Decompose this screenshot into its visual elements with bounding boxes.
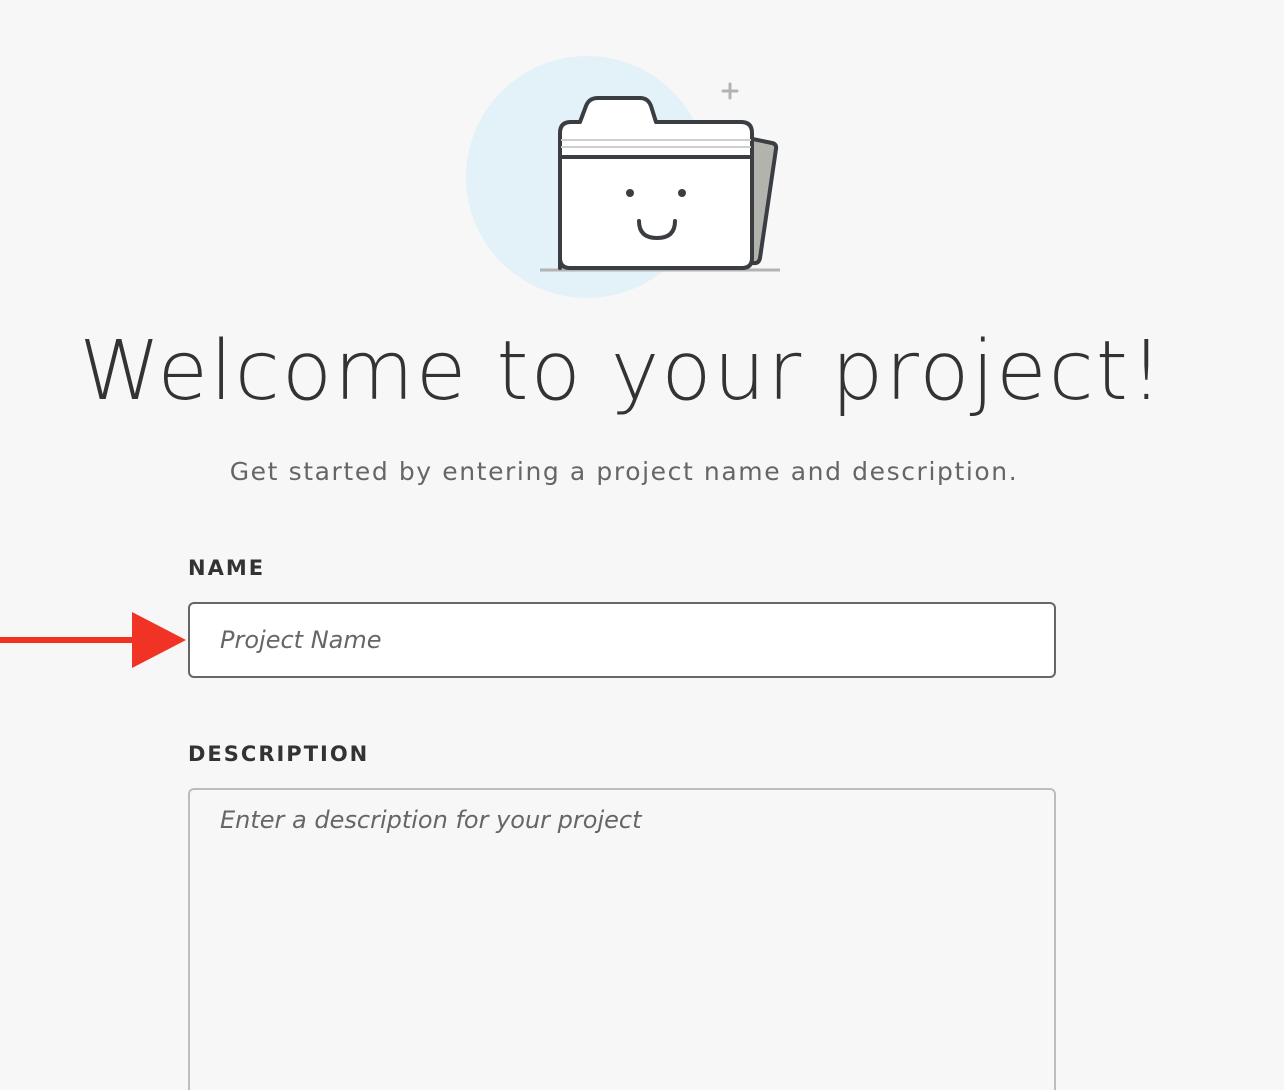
arrow-right-icon — [0, 612, 186, 668]
name-label: NAME — [188, 556, 266, 580]
page-subtitle: Get started by entering a project name a… — [229, 457, 1019, 486]
smiling-folder-icon — [466, 56, 780, 298]
project-name-input[interactable] — [188, 602, 1056, 678]
page-title: Welcome to your project! — [79, 324, 1165, 419]
description-label: DESCRIPTION — [188, 742, 370, 766]
new-project-page: Welcome to your project! Get started by … — [0, 0, 1284, 1090]
project-description-input[interactable] — [188, 788, 1056, 1090]
